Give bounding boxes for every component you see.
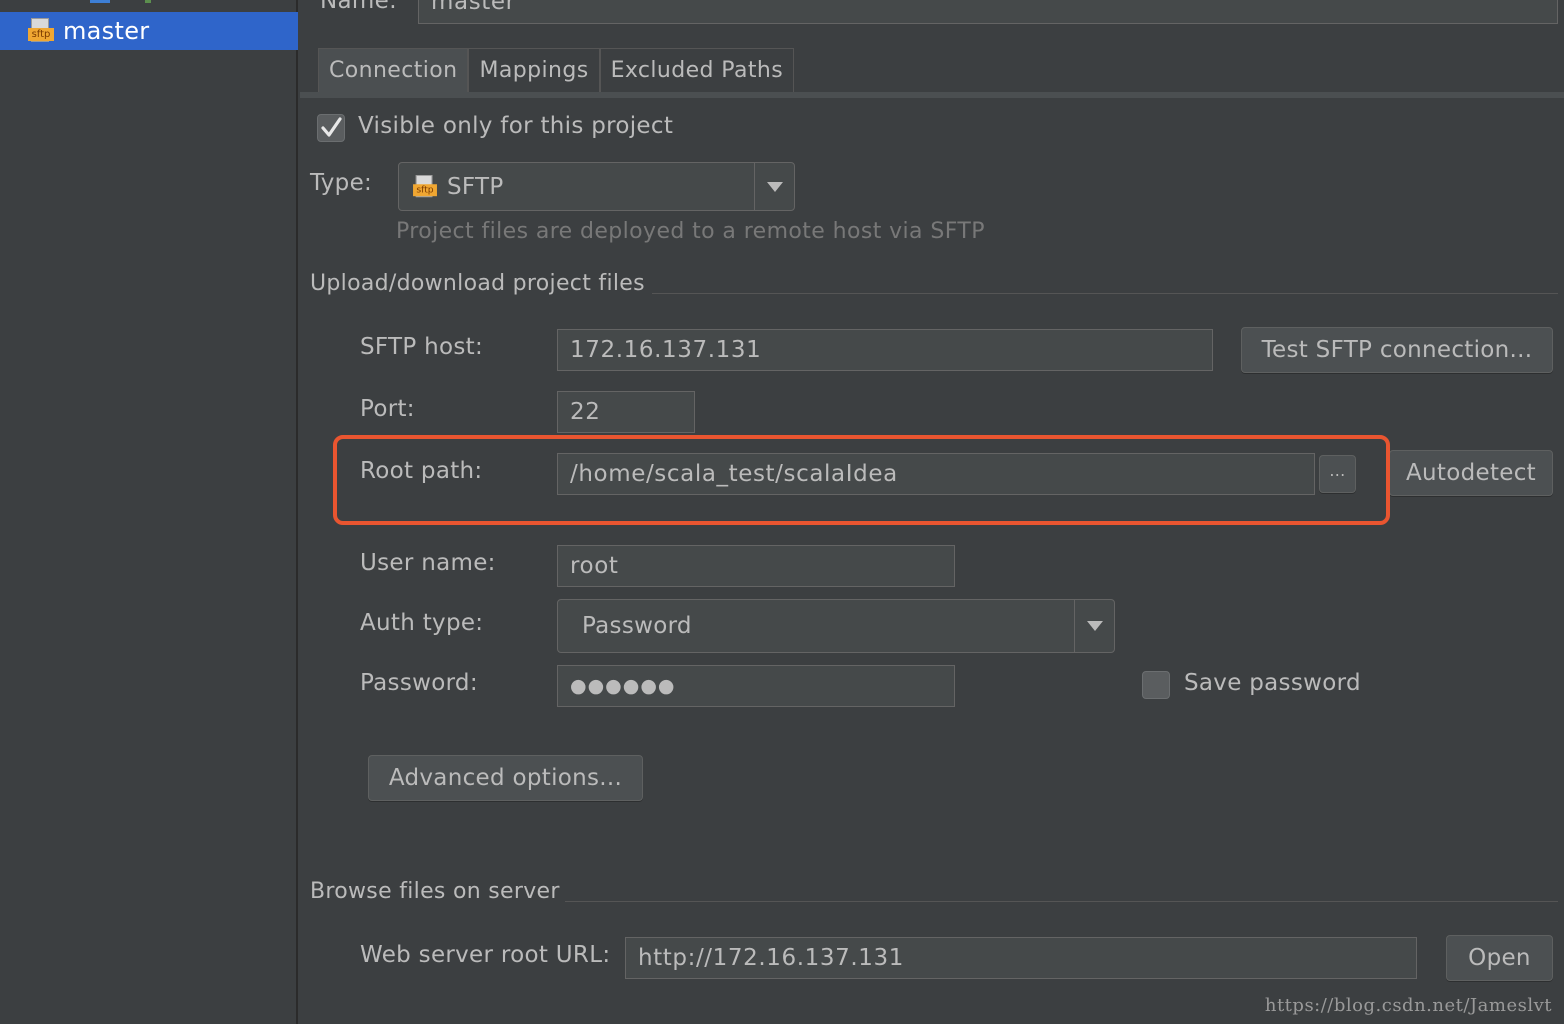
save-password-checkbox[interactable] <box>1142 671 1170 699</box>
tab-divider <box>300 92 1564 98</box>
visible-only-label: Visible only for this project <box>358 113 674 139</box>
type-label: Type: <box>310 170 373 196</box>
root-path-input[interactable]: /home/scala_test/scalaIdea <box>557 453 1315 495</box>
web-server-root-url-input[interactable]: http://172.16.137.131 <box>625 937 1417 979</box>
root-path-label: Root path: <box>360 458 483 484</box>
web-server-root-url-label: Web server root URL: <box>360 942 611 968</box>
browse-button[interactable]: ... <box>1319 455 1356 493</box>
password-input[interactable]: ●●●●●● <box>557 665 955 707</box>
advanced-options-button[interactable]: Advanced options... <box>368 755 643 801</box>
browse-section-title: Browse files on server <box>310 879 560 904</box>
auth-type-dropdown[interactable]: Password <box>557 599 1115 653</box>
sftp-icon-text: sftp <box>413 183 437 196</box>
checkmark-icon <box>321 117 342 137</box>
sidebar-item-label: master <box>63 17 150 45</box>
sftp-host-label: SFTP host: <box>360 334 484 360</box>
tab-excluded-paths[interactable]: Excluded Paths <box>599 48 795 92</box>
sftp-icon: sftp <box>28 18 54 44</box>
upload-section-title: Upload/download project files <box>310 271 645 296</box>
type-value: SFTP <box>447 173 504 200</box>
autodetect-button[interactable]: Autodetect <box>1389 450 1553 496</box>
name-field[interactable]: master <box>418 0 1558 24</box>
sidebar-item-master[interactable]: sftp master <box>0 12 298 50</box>
type-hint: Project files are deployed to a remote h… <box>396 219 985 244</box>
open-button[interactable]: Open <box>1446 935 1553 981</box>
chevron-down-icon[interactable] <box>754 163 794 210</box>
sidebar-partial-item <box>0 0 298 10</box>
watermark: https://blog.csdn.net/Jameslvt <box>1264 995 1552 1016</box>
chevron-down-icon[interactable] <box>1074 600 1114 652</box>
tab-connection[interactable]: Connection <box>318 48 469 92</box>
sidebar <box>0 0 298 1024</box>
sftp-icon-text: sftp <box>28 28 54 41</box>
port-label: Port: <box>360 396 415 422</box>
auth-type-value: Password <box>582 613 692 639</box>
user-name-input[interactable]: root <box>557 545 955 587</box>
sftp-icon: sftp <box>413 174 437 199</box>
section-separator <box>652 293 1558 294</box>
save-password-label: Save password <box>1184 670 1361 696</box>
tab-bar: Connection Mappings Excluded Paths <box>318 48 795 92</box>
name-label: Name: <box>320 0 398 14</box>
test-sftp-connection-button[interactable]: Test SFTP connection... <box>1241 327 1553 373</box>
type-dropdown[interactable]: sftp SFTP <box>398 162 795 211</box>
visible-only-checkbox[interactable] <box>317 114 345 142</box>
tab-mappings[interactable]: Mappings <box>468 48 600 92</box>
auth-type-label: Auth type: <box>360 610 484 636</box>
section-separator <box>565 901 1558 902</box>
password-label: Password: <box>360 670 478 696</box>
sftp-host-input[interactable]: 172.16.137.131 <box>557 329 1213 371</box>
port-input[interactable]: 22 <box>557 391 695 433</box>
user-name-label: User name: <box>360 550 496 576</box>
